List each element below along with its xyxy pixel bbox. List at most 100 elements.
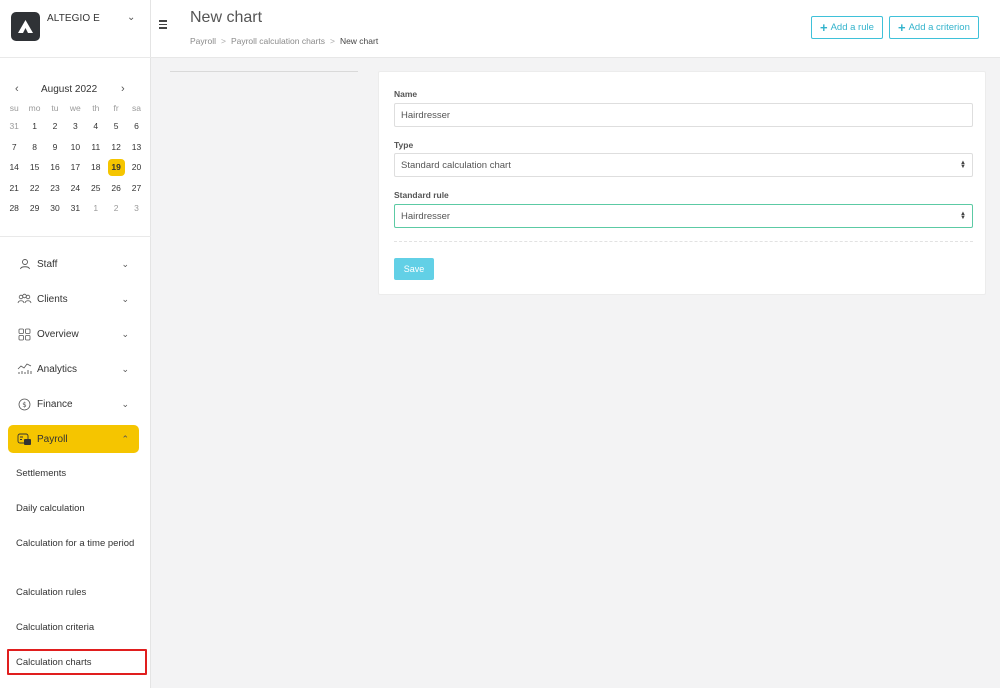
calendar-day[interactable]: 29: [24, 198, 44, 219]
calendar-day[interactable]: 6: [126, 116, 146, 137]
type-select[interactable]: Standard calculation chart ▲ ▼: [394, 153, 973, 177]
calendar-day[interactable]: 1: [86, 198, 106, 219]
chevron-down-icon: ⌄: [121, 258, 129, 269]
sidebar-item-label: Staff: [37, 258, 58, 270]
sidebar-subitem-daily-calculation[interactable]: Daily calculation: [16, 502, 138, 515]
calendar-day[interactable]: 5: [106, 116, 126, 137]
calendar-day[interactable]: 3: [126, 198, 146, 219]
payroll-icon: [16, 433, 33, 446]
brand-name: ALTEGIO E: [47, 13, 100, 24]
calendar-day-label: 19: [107, 159, 125, 176]
sidebar-subitem-calculation-period[interactable]: Calculation for a time period: [16, 537, 138, 550]
calendar-prev-icon[interactable]: ‹: [15, 83, 19, 95]
brand-switcher[interactable]: ALTEGIO E ⌄: [0, 0, 151, 58]
standard-rule-value: Hairdresser: [401, 210, 451, 222]
calendar-month-title[interactable]: August 2022: [41, 84, 97, 95]
calendar-day[interactable]: 8: [24, 137, 44, 158]
calendar-day[interactable]: 31: [4, 116, 24, 137]
calendar-day[interactable]: 3: [65, 116, 85, 137]
calendar-weekday: sa: [132, 103, 142, 113]
type-label: Type: [394, 140, 414, 150]
calendar-day[interactable]: 12: [106, 137, 126, 158]
calendar-day-today[interactable]: 19: [106, 157, 126, 178]
name-label: Name: [394, 89, 418, 99]
sidebar-item-overview[interactable]: Overview ⌄: [8, 320, 139, 348]
calendar-weekday: mo: [28, 103, 41, 113]
calendar-day[interactable]: 22: [24, 178, 44, 199]
chevron-down-icon: ⌄: [121, 363, 129, 374]
name-field[interactable]: Hairdresser: [394, 103, 973, 127]
calendar-day[interactable]: 31: [65, 198, 85, 219]
sidebar-item-label: Finance: [37, 398, 73, 410]
calendar-day[interactable]: 24: [65, 178, 85, 199]
breadcrumb-link[interactable]: Payroll calculation charts: [231, 36, 325, 46]
page-title: New chart: [190, 9, 263, 26]
standard-rule-label: Standard rule: [394, 190, 449, 200]
sidebar-subitem-calculation-rules[interactable]: Calculation rules: [16, 586, 138, 599]
divider: [0, 236, 151, 237]
calendar-day[interactable]: 2: [45, 116, 65, 137]
select-arrows-icon: ▲ ▼: [960, 160, 966, 170]
calendar-day[interactable]: 13: [126, 137, 146, 158]
calendar-day[interactable]: 1: [24, 116, 44, 137]
svg-text:$: $: [22, 401, 26, 409]
calendar-day[interactable]: 9: [45, 137, 65, 158]
sidebar-item-finance[interactable]: $ Finance ⌄: [8, 390, 139, 418]
sidebar-item-label: Analytics: [37, 363, 78, 375]
calendar-day[interactable]: 30: [45, 198, 65, 219]
calendar-day[interactable]: 20: [126, 157, 146, 178]
chevron-down-icon: ⌄: [121, 328, 129, 339]
add-rule-button[interactable]: + Add a rule: [811, 16, 883, 39]
calendar-day[interactable]: 21: [4, 178, 24, 199]
sidebar-item-analytics[interactable]: Analytics ⌄: [8, 355, 139, 383]
divider: [394, 241, 973, 242]
sidebar-item-payroll[interactable]: Payroll ⌃: [8, 425, 139, 453]
company-logo: [11, 12, 40, 41]
calendar-day[interactable]: 26: [106, 178, 126, 199]
menu-icon[interactable]: [159, 20, 167, 31]
calendar-day[interactable]: 14: [4, 157, 24, 178]
chevron-down-icon[interactable]: ⌄: [127, 12, 135, 23]
calendar-weekday: we: [69, 103, 81, 113]
calendar-weekday: tu: [51, 103, 59, 113]
calendar-day[interactable]: 4: [86, 116, 106, 137]
standard-rule-select[interactable]: Hairdresser ▲ ▼: [394, 204, 973, 228]
calendar-day[interactable]: 10: [65, 137, 85, 158]
clients-icon: [16, 293, 33, 305]
type-value: Standard calculation chart: [401, 159, 511, 171]
calendar-day[interactable]: 16: [45, 157, 65, 178]
sidebar-item-label: Payroll: [37, 433, 68, 445]
add-criterion-button[interactable]: + Add a criterion: [889, 16, 979, 39]
calendar-weekday: th: [92, 103, 100, 113]
calendar-next-icon[interactable]: ›: [121, 83, 125, 95]
header: New chart Payroll > Payroll calculation ch…: [151, 0, 1000, 58]
calendar-day[interactable]: 27: [126, 178, 146, 199]
calendar-weekday: fr: [113, 103, 119, 113]
calendar-day[interactable]: 25: [86, 178, 106, 199]
calendar-day[interactable]: 2: [106, 198, 126, 219]
chevron-down-icon: ⌄: [121, 398, 129, 409]
divider: [170, 71, 358, 72]
sidebar-item-clients[interactable]: Clients ⌄: [8, 285, 139, 313]
calendar-day[interactable]: 28: [4, 198, 24, 219]
calendar-day[interactable]: 11: [86, 137, 106, 158]
calendar-day[interactable]: 18: [86, 157, 106, 178]
breadcrumb-separator: >: [220, 36, 226, 46]
plus-icon: +: [820, 19, 828, 35]
calendar-day[interactable]: 15: [24, 157, 44, 178]
sidebar-subitem-settlements[interactable]: Settlements: [16, 467, 138, 480]
chart-form-card: Name Hairdresser Type Standard calculati…: [378, 71, 986, 295]
sidebar-subitem-calculation-charts[interactable]: Calculation charts: [16, 656, 138, 669]
calendar-day[interactable]: 7: [4, 137, 24, 158]
breadcrumb-link[interactable]: Payroll: [190, 36, 216, 46]
add-criterion-label: Add a criterion: [908, 22, 970, 33]
add-rule-label: Add a rule: [830, 22, 874, 33]
sidebar-item-label: Clients: [37, 293, 68, 305]
sidebar-item-staff[interactable]: Staff ⌄: [8, 250, 139, 278]
breadcrumb-current: New chart: [339, 36, 379, 46]
calendar-day[interactable]: 23: [45, 178, 65, 199]
sidebar-subitem-calculation-criteria[interactable]: Calculation criteria: [16, 621, 138, 634]
calendar-grid: su mo tu we th fr sa 31 1 2 3 4 5 6 7 8 9 10 11 12 13 14 15 16 1…: [4, 100, 147, 219]
save-button[interactable]: Save: [394, 258, 434, 280]
calendar-day[interactable]: 17: [65, 157, 85, 178]
